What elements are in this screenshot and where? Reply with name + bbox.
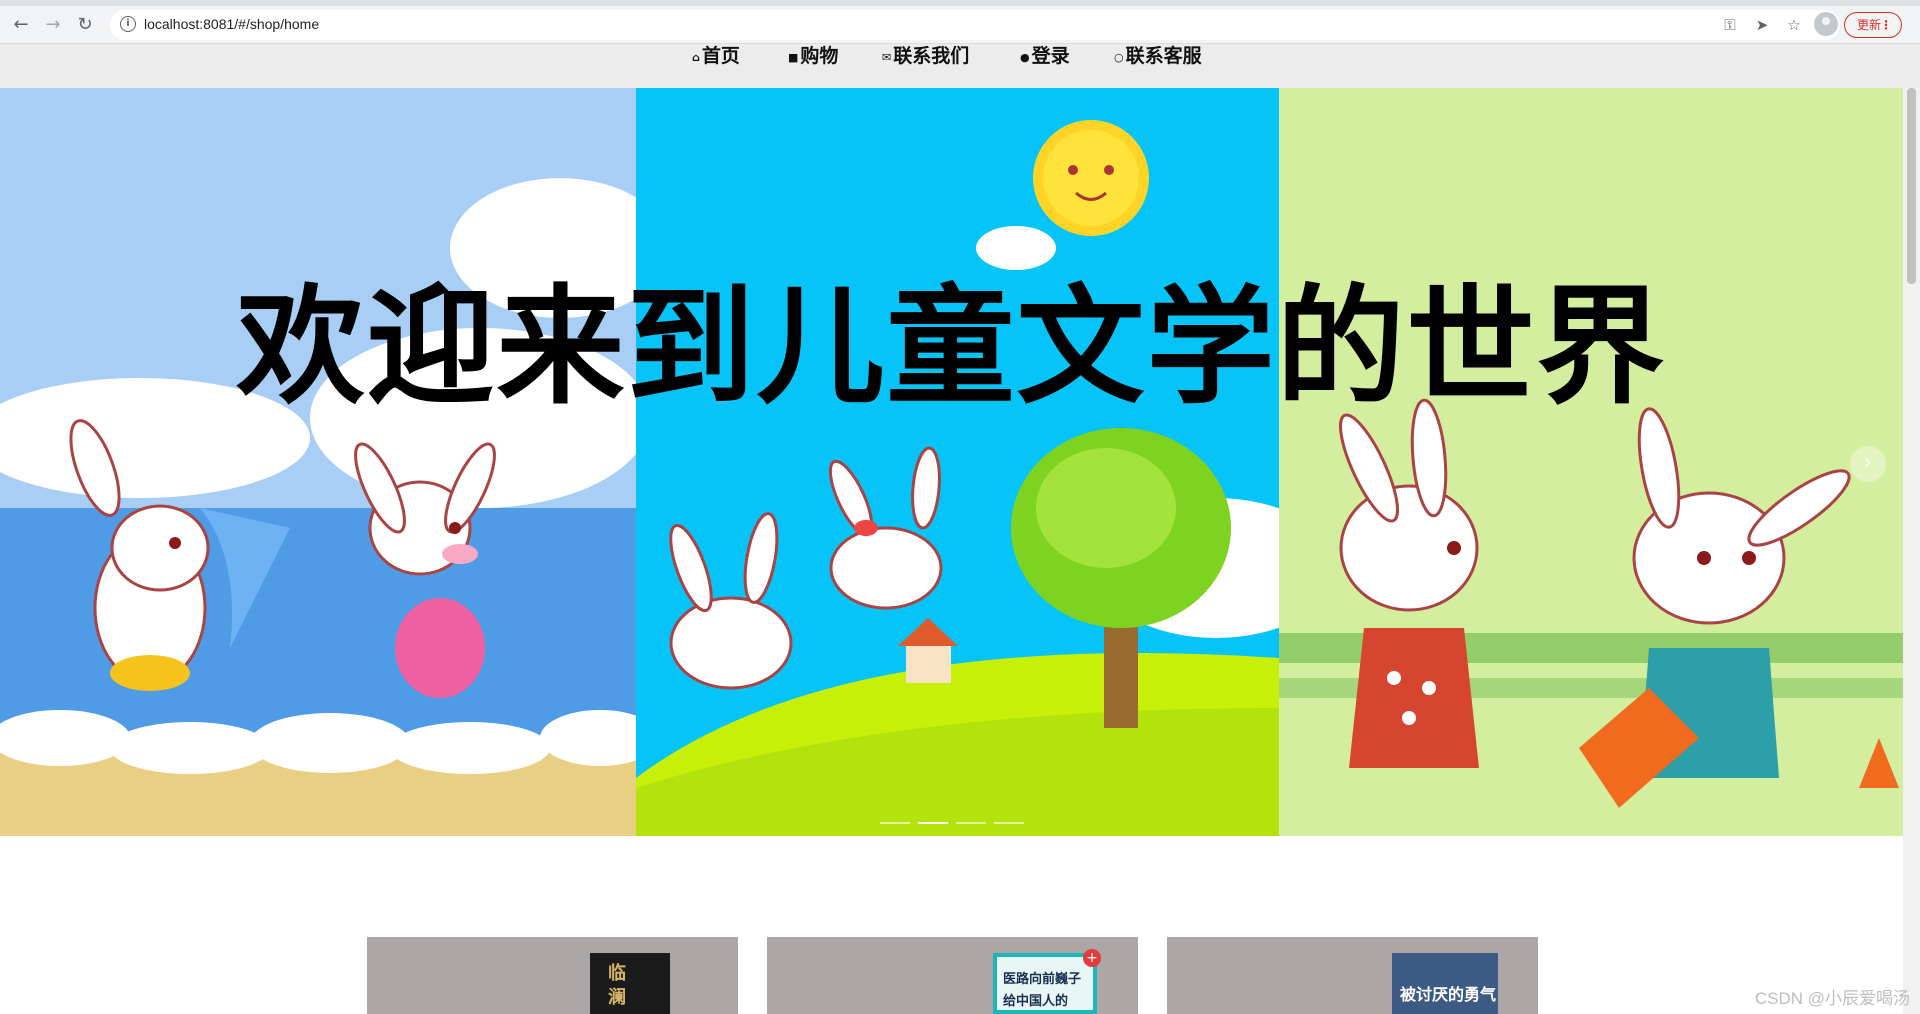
star-icon[interactable]: ☆	[1784, 15, 1804, 35]
banner-slide-carrots	[1279, 88, 1903, 836]
banner-carousel[interactable]: 欢迎来到儿童文学的世界 ‹ ›	[0, 88, 1903, 836]
book-cover[interactable]: 临 澜	[590, 953, 670, 1014]
browser-toolbar: ← → ↻ i localhost:8081/#/shop/home ⚿ ➤ ☆…	[0, 0, 1920, 44]
chat-icon: ○	[1114, 51, 1124, 64]
site-nav: ⌂ 首页 ■ 购物 ✉ 联系我们 ● 登录 ○ 联系客服	[0, 44, 1920, 88]
key-icon[interactable]: ⚿	[1720, 15, 1740, 35]
book-card[interactable]: 被讨厌的勇气	[1167, 937, 1538, 1014]
send-icon[interactable]: ➤	[1752, 15, 1772, 35]
book-card[interactable]: 临 澜	[367, 937, 738, 1014]
scrollbar-thumb[interactable]	[1907, 88, 1916, 284]
mail-icon: ✉	[882, 51, 892, 64]
carousel-indicator-4[interactable]	[994, 822, 1024, 824]
back-icon[interactable]: ←	[10, 14, 32, 36]
nav-contact-label: 联系我们	[893, 45, 970, 67]
carousel-indicator-3[interactable]	[956, 822, 986, 824]
carousel-next-arrow[interactable]: ›	[1850, 446, 1886, 482]
nav-login[interactable]: ● 登录	[1020, 44, 1070, 69]
book-cover[interactable]: + 医路向前巍子 给中国人的	[993, 949, 1101, 1014]
home-icon: ⌂	[692, 51, 700, 64]
carousel-indicator-1[interactable]	[880, 822, 910, 824]
carousel-indicators	[880, 822, 1032, 826]
nav-contact[interactable]: ✉ 联系我们	[882, 44, 969, 69]
address-bar[interactable]: i localhost:8081/#/shop/home ⚿ ➤ ☆	[110, 10, 1840, 40]
book-cover-title: 临 澜	[605, 963, 626, 1006]
banner-slide-hill	[636, 88, 1336, 836]
book-cover-title: 医路向前巍子 给中国人的	[1003, 972, 1082, 1009]
site-info-icon[interactable]: i	[120, 16, 136, 32]
carousel-indicator-2[interactable]	[918, 822, 948, 824]
beach-illustration	[0, 178, 670, 836]
hill-illustration	[636, 120, 1336, 836]
forward-icon[interactable]: →	[42, 14, 64, 36]
carrot-illustration	[1279, 398, 1903, 808]
menu-dots-icon: ⋮	[1880, 18, 1892, 32]
nav-shopping-label: 购物	[800, 45, 839, 67]
sun-icon	[1033, 120, 1149, 236]
banner-slide-beach	[0, 88, 670, 836]
nav-support[interactable]: ○ 联系客服	[1114, 44, 1202, 69]
watermark: CSDN @小辰爱喝汤	[1754, 989, 1910, 1008]
update-label: 更新	[1857, 18, 1882, 32]
nav-support-label: 联系客服	[1125, 45, 1202, 67]
profile-avatar[interactable]	[1814, 12, 1838, 36]
carousel-prev-arrow[interactable]: ‹	[16, 446, 52, 482]
plus-icon: +	[1083, 949, 1101, 967]
nav-shopping[interactable]: ■ 购物	[788, 44, 838, 69]
book-cover-title: 被讨厌的勇气	[1400, 985, 1497, 1004]
nav-login-label: 登录	[1031, 45, 1070, 67]
book-cover[interactable]: 被讨厌的勇气	[1392, 953, 1498, 1014]
page-scrollbar[interactable]	[1903, 88, 1920, 1014]
lock-icon: ■	[788, 51, 799, 64]
tab-strip	[0, 0, 1920, 6]
reload-icon[interactable]: ↻	[74, 14, 96, 36]
banner-title: 欢迎来到儿童文学的世界	[236, 273, 1667, 422]
url-text[interactable]: localhost:8081/#/shop/home	[144, 16, 319, 32]
nav-home-label: 首页	[701, 45, 740, 67]
user-icon: ●	[1020, 51, 1030, 64]
update-button[interactable]: 更新 ⋮	[1844, 12, 1902, 38]
book-card[interactable]: + 医路向前巍子 给中国人的	[767, 937, 1138, 1014]
nav-home[interactable]: ⌂ 首页	[692, 44, 740, 69]
